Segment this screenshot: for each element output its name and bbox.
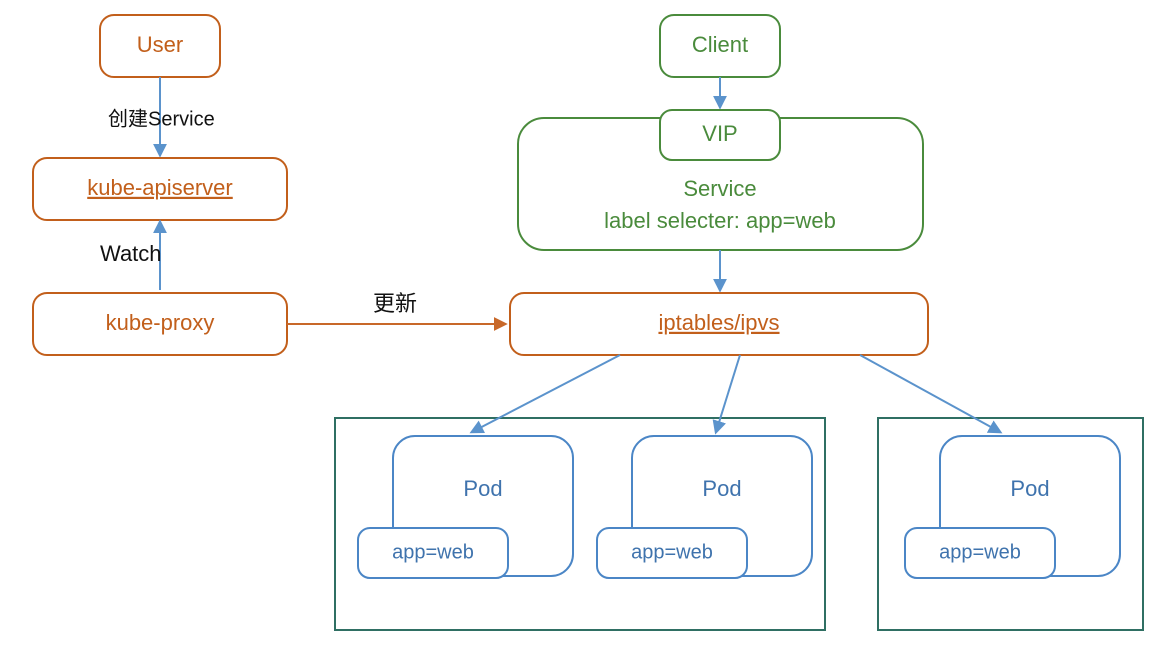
pod-3-title: Pod xyxy=(1010,476,1049,501)
diagram-canvas: User 创建Service kube-apiserver Watch kube… xyxy=(0,0,1160,654)
pod-1-label: app=web xyxy=(392,541,474,563)
edge-update-label: 更新 xyxy=(373,291,417,316)
node-vip-label: VIP xyxy=(702,121,737,146)
pod-2-title: Pod xyxy=(702,476,741,501)
pod-1-title: Pod xyxy=(463,476,502,501)
pod-2-label: app=web xyxy=(631,541,713,563)
node-kube-apiserver-label: kube-apiserver xyxy=(87,175,233,200)
edge-watch-label: Watch xyxy=(100,241,162,266)
node-service-line1: Service xyxy=(683,176,756,201)
node-iptables-label: iptables/ipvs xyxy=(658,310,779,335)
edge-create-service-label: 创建Service xyxy=(108,107,215,130)
node-service-line2: label selecter: app=web xyxy=(604,208,836,233)
node-user-label: User xyxy=(137,32,183,57)
node-kube-proxy-label: kube-proxy xyxy=(106,310,215,335)
node-client-label: Client xyxy=(692,32,748,57)
pod-3-label: app=web xyxy=(939,541,1021,563)
